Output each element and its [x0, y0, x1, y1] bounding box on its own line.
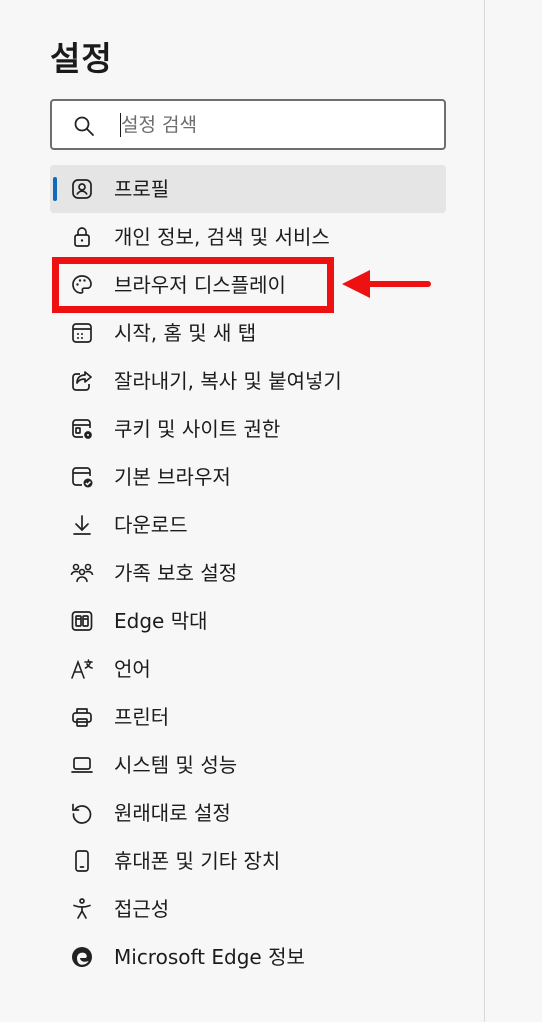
nav-item-edge-bar[interactable]: Edge 막대 [50, 597, 446, 645]
default-browser-icon [69, 464, 95, 490]
nav-item-share-copy-paste[interactable]: 잘라내기, 복사 및 붙여넣기 [50, 357, 446, 405]
nav-label: 잘라내기, 복사 및 붙여넣기 [114, 369, 342, 393]
cookie-permission-icon [69, 416, 95, 442]
active-indicator [53, 177, 57, 201]
settings-nav: 프로필 개인 정보, 검색 및 서비스 브라우저 디스플레이 시작, 홈 및 새… [50, 165, 446, 981]
nav-item-start-home[interactable]: 시작, 홈 및 새 탭 [50, 309, 446, 357]
nav-label: 시스템 및 성능 [114, 753, 238, 777]
nav-label: Edge 막대 [114, 609, 208, 633]
search-box[interactable] [50, 99, 446, 150]
nav-item-system-performance[interactable]: 시스템 및 성능 [50, 741, 446, 789]
start-home-icon [69, 320, 95, 346]
nav-label: 프로필 [114, 177, 170, 201]
nav-label: 가족 보호 설정 [114, 561, 238, 585]
accessibility-icon [69, 896, 95, 922]
nav-label: Microsoft Edge 정보 [114, 945, 305, 969]
palette-icon [69, 272, 95, 298]
nav-label: 개인 정보, 검색 및 서비스 [114, 225, 330, 249]
edge-logo-icon [69, 944, 95, 970]
nav-item-privacy[interactable]: 개인 정보, 검색 및 서비스 [50, 213, 446, 261]
nav-item-printers[interactable]: 프린터 [50, 693, 446, 741]
search-icon [74, 116, 94, 136]
settings-sidebar: 설정 프로필 [0, 0, 484, 1022]
nav-item-about-edge[interactable]: Microsoft Edge 정보 [50, 933, 446, 981]
reset-icon [69, 800, 95, 826]
nav-label: 브라우저 디스플레이 [114, 273, 286, 297]
family-icon [69, 560, 95, 586]
nav-item-cookies-permissions[interactable]: 쿠키 및 사이트 권한 [50, 405, 446, 453]
language-icon [69, 656, 95, 682]
download-icon [69, 512, 95, 538]
nav-item-downloads[interactable]: 다운로드 [50, 501, 446, 549]
search-input[interactable] [121, 109, 421, 141]
nav-item-reset-settings[interactable]: 원래대로 설정 [50, 789, 446, 837]
phone-icon [69, 848, 95, 874]
nav-label: 휴대폰 및 기타 장치 [114, 849, 281, 873]
share-icon [69, 368, 95, 394]
lock-icon [69, 224, 95, 250]
nav-item-accessibility[interactable]: 접근성 [50, 885, 446, 933]
nav-label: 언어 [114, 657, 151, 681]
nav-item-default-browser[interactable]: 기본 브라우저 [50, 453, 446, 501]
laptop-icon [69, 752, 95, 778]
nav-label: 시작, 홈 및 새 탭 [114, 321, 257, 345]
nav-item-languages[interactable]: 언어 [50, 645, 446, 693]
nav-item-phone-devices[interactable]: 휴대폰 및 기타 장치 [50, 837, 446, 885]
nav-label: 원래대로 설정 [114, 801, 231, 825]
printer-icon [69, 704, 95, 730]
nav-item-family-safety[interactable]: 가족 보호 설정 [50, 549, 446, 597]
nav-label: 다운로드 [114, 513, 188, 537]
nav-label: 기본 브라우저 [114, 465, 231, 489]
page-title: 설정 [50, 39, 113, 78]
profile-icon [69, 176, 95, 202]
nav-label: 쿠키 및 사이트 권한 [114, 417, 281, 441]
nav-label: 접근성 [114, 897, 170, 921]
nav-item-profile[interactable]: 프로필 [50, 165, 446, 213]
content-area [485, 0, 542, 1022]
nav-item-appearance[interactable]: 브라우저 디스플레이 [50, 261, 446, 309]
nav-label: 프린터 [114, 705, 170, 729]
edge-bar-icon [69, 608, 95, 634]
